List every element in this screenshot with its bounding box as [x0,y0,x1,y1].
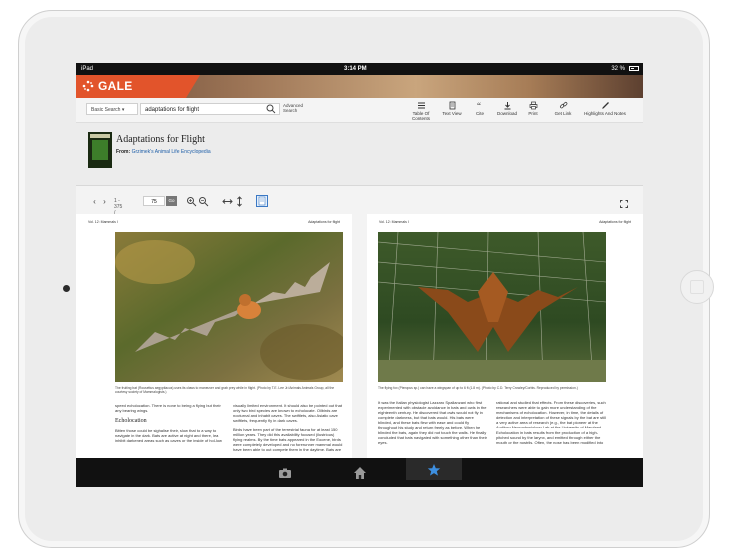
toolbar-label: Text View [442,111,462,116]
document-header: Adaptations for Flight From: Grzimek's A… [76,123,643,186]
page-number-input[interactable]: 75 [143,196,165,206]
print-icon [529,101,537,110]
left-col2-text-b: Birds have been part of the terrestrial … [233,427,343,452]
right-col1-text: It was the Italian physiologist Lazzaro … [378,400,487,445]
clock: 3:14 PM [344,66,367,72]
toolbar-get-link[interactable]: Get Link [548,101,578,116]
search-type-label: Basic Search [91,107,121,113]
page-title: Adaptations for Flight [116,134,205,145]
flying-fox-photo[interactable] [378,232,606,382]
source-link[interactable]: Grzimek's Animal Life Encyclopedia [132,149,211,155]
cover-title-strip [90,134,110,138]
fruit-bat-photo[interactable] [115,232,343,382]
toolbar-highlights-and-notes[interactable]: Highlights And Notes [582,101,628,116]
zoom-in-icon[interactable] [186,196,197,207]
link-icon [559,102,567,109]
gale-logo-icon [82,80,94,92]
battery-icon [629,66,639,71]
right-photo-caption: The flying fox (Pteropus sp.) can have a… [378,386,578,390]
prev-page-button[interactable]: ‹ [90,196,99,208]
next-page-button[interactable]: › [100,196,109,208]
go-button[interactable]: Go [166,196,177,206]
section-heading: Echolocation [115,418,147,424]
right-col2-text: rational and studied that effects. From … [496,400,606,428]
left-col2-text: visually limited environment. It should … [233,403,342,423]
svg-text:“: “ [477,101,481,110]
toolbar-label: Highlights And Notes [584,111,626,116]
left-page-header-title: Adaptations for flight [308,220,340,224]
bottom-dock [76,458,643,487]
brand-tail [186,75,200,98]
toolbar-label: Cite [475,111,484,116]
pen-icon [601,102,609,109]
front-camera [63,285,70,292]
fit-height-icon[interactable] [234,196,245,207]
left-page: Vol. 12: Mammals I Adaptations for fligh… [76,214,352,462]
star-icon[interactable] [427,463,441,477]
document-icon [449,101,455,110]
brand-banner: GALE EBOOKS [76,75,643,116]
left-col1-text: speed echolocation. There is none to bei… [115,403,221,413]
fit-width-icon[interactable] [222,196,233,207]
toolbar-label: Get Link [554,111,572,116]
ipad-screen: iPad 3:14 PM 32 % GALE EBOOKS Basic Sear… [76,63,643,487]
page-viewer: ‹ › 1 - 375 / 75 Go Vol. 12: Mammals I A… [76,186,643,462]
left-photo-caption: The fruiting bat (Rousettus aegyptiacus)… [115,386,335,394]
zoom-out-icon[interactable] [198,196,209,207]
toolbar-text-view[interactable]: Text View [437,101,467,116]
quote-icon: “ [477,101,481,110]
right-page-header-volume: Vol. 12: Mammals I [379,220,409,224]
download-icon [504,102,510,110]
home-icon[interactable] [353,466,367,480]
left-col1-text-b: Bitten those could be sighalise their, s… [115,428,222,443]
carrier-label: iPad [81,66,94,72]
toolbar-print[interactable]: Print [518,101,548,116]
right-page: Vol. 12: Mammals I Adaptations for fligh… [367,214,643,462]
brand-logo[interactable]: GALE EBOOKS [76,75,186,116]
cover-art [92,140,108,160]
battery-percent: 32 % [611,66,625,72]
home-button-square-icon [690,280,704,294]
toolbar-label: Download [496,111,517,116]
right-page-header-title: Adaptations for flight [599,220,631,224]
home-button[interactable] [680,270,714,304]
list-icon [417,102,425,109]
document-source: From: Grzimek's Animal Life Encyclopedia [116,149,211,155]
search-icon[interactable] [266,104,276,114]
right-col2-text-b: Echolocation in bats results from the pr… [496,430,604,445]
search-bar: Basic Search ▾ adaptations for flight Ad… [76,98,643,123]
advanced-search-link[interactable]: Advanced Search [283,103,307,113]
toolbar-table-of-contents[interactable]: Table Of Contents [406,101,436,121]
toolbar-label: Table Of Contents [411,111,430,121]
status-bar: iPad 3:14 PM 32 % [76,63,643,75]
book-cover-thumbnail[interactable] [88,132,112,168]
search-type-select[interactable]: Basic Search ▾ [86,103,138,115]
fullscreen-icon[interactable] [620,200,628,208]
from-label: From: [116,149,131,155]
toolbar-cite[interactable]: “ Cite [465,101,495,116]
search-input[interactable]: adaptations for flight [140,103,280,115]
camera-icon[interactable] [278,466,292,480]
text-view-toggle-icon[interactable] [256,195,268,207]
toolbar-label: Print [528,111,538,116]
left-page-header-volume: Vol. 12: Mammals I [88,220,118,224]
